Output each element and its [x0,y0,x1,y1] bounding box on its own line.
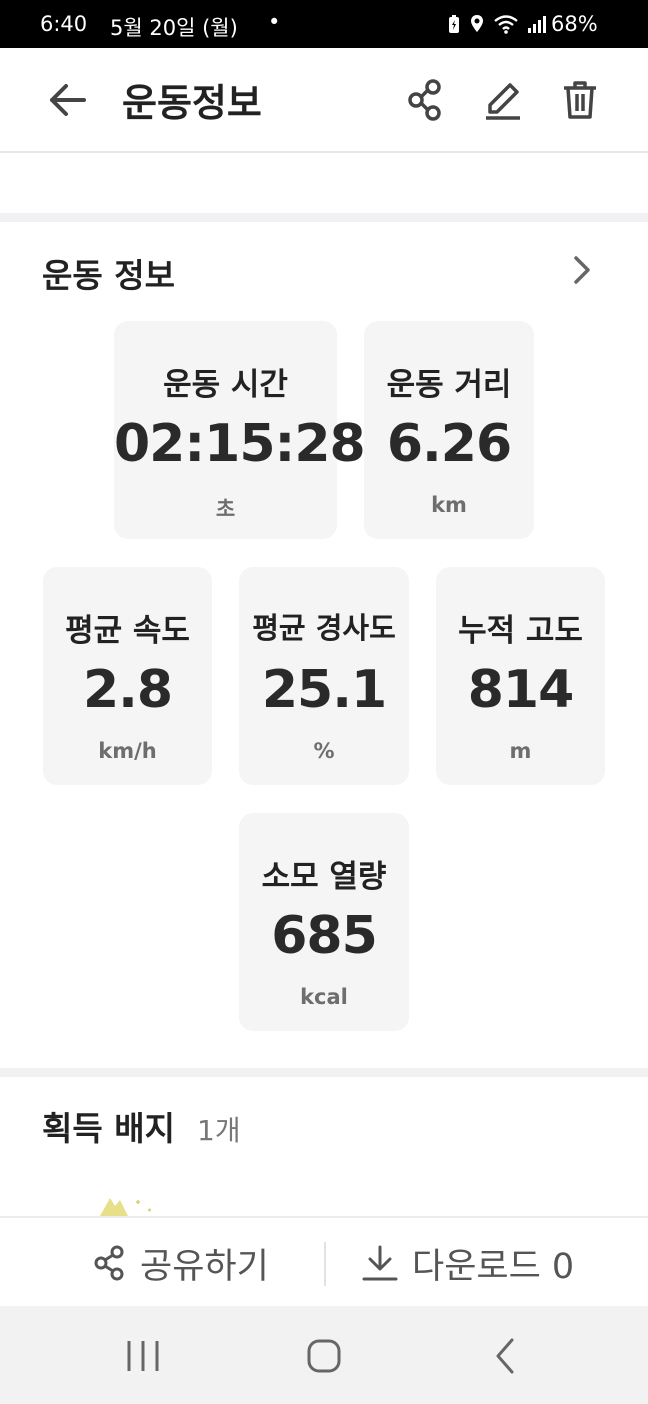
app-header: 운동정보 [0,48,648,153]
status-notification-dot: • [268,10,281,34]
system-nav-bar [0,1306,648,1404]
stat-label: 운동 거리 [386,367,512,403]
stat-card-avg-slope: 평균 경사도 25.1 % [239,567,409,785]
badges-title: 획득 배지 [42,1109,175,1148]
share-icon [94,1245,124,1281]
stat-card-time: 운동 시간 02:15:28 초 [114,321,366,539]
chevron-right-icon [574,256,590,284]
stat-unit: kcal [300,985,348,1009]
stat-unit: m [509,739,532,763]
stat-card-elevation: 누적 고도 814 m [436,567,605,785]
stat-value: 2.8 [82,660,173,720]
battery-saver-icon [449,15,459,33]
stat-value: 25.1 [261,660,387,720]
stat-card-avg-speed: 평균 속도 2.8 km/h [43,567,212,785]
exercise-info-title: 운동 정보 [42,256,175,295]
stat-card-distance: 운동 거리 6.26 km [364,321,534,539]
badges-count: 1개 [197,1114,241,1147]
stat-unit: % [313,739,335,763]
stat-label: 평균 경사도 [252,611,396,645]
share-action-label: 공유하기 [140,1246,269,1287]
signal-icon [528,16,546,33]
share-action-button[interactable]: 공유하기 [92,1234,269,1292]
stat-label: 운동 시간 [163,367,288,403]
section-divider [0,1068,648,1077]
status-icons [447,14,547,34]
bottom-bar-divider [324,1242,326,1286]
back-arrow-icon [50,84,86,116]
status-bar: 6:40 5월 20일 (월) • 68% [0,0,648,48]
stat-value: 02:15:28 [114,414,366,474]
wifi-icon [494,15,518,34]
stat-label: 평균 속도 [65,613,190,649]
system-back-button[interactable] [484,1334,528,1378]
status-date: 5월 20일 (월) [110,16,238,40]
stat-card-calories: 소모 열량 685 kcal [239,813,409,1031]
badge-mountain-icon[interactable] [96,1192,166,1216]
stat-unit: 초 [215,497,236,521]
stat-label: 누적 고도 [458,613,583,649]
stat-value: 685 [271,906,378,966]
download-action-label: 다운로드 0 [412,1246,575,1287]
page-title: 운동정보 [122,81,262,125]
bottom-action-bar: 공유하기 다운로드 0 [0,1216,648,1308]
stat-unit: km/h [98,739,157,763]
status-time: 6:40 [40,12,88,36]
stat-label: 소모 열량 [261,859,387,895]
share-icon [408,79,441,121]
back-icon [496,1338,514,1374]
stat-unit: km [431,493,467,517]
trash-icon [564,81,596,119]
delete-button[interactable] [556,76,604,124]
location-icon [471,15,483,32]
home-button[interactable] [302,1334,346,1378]
edit-icon [486,83,520,120]
stat-value: 814 [467,660,575,720]
download-action-button[interactable]: 다운로드 0 [360,1234,574,1292]
back-button[interactable] [44,78,92,122]
share-button[interactable] [402,76,450,124]
recent-apps-icon [127,1341,159,1371]
stat-value: 6.26 [386,414,512,474]
section-divider [0,213,648,222]
edit-button[interactable] [480,76,528,124]
battery-percent: 68% [551,12,598,36]
download-icon [362,1245,398,1281]
exercise-info-more-button[interactable] [566,252,598,288]
home-icon [307,1339,341,1373]
recent-apps-button[interactable] [121,1334,165,1378]
